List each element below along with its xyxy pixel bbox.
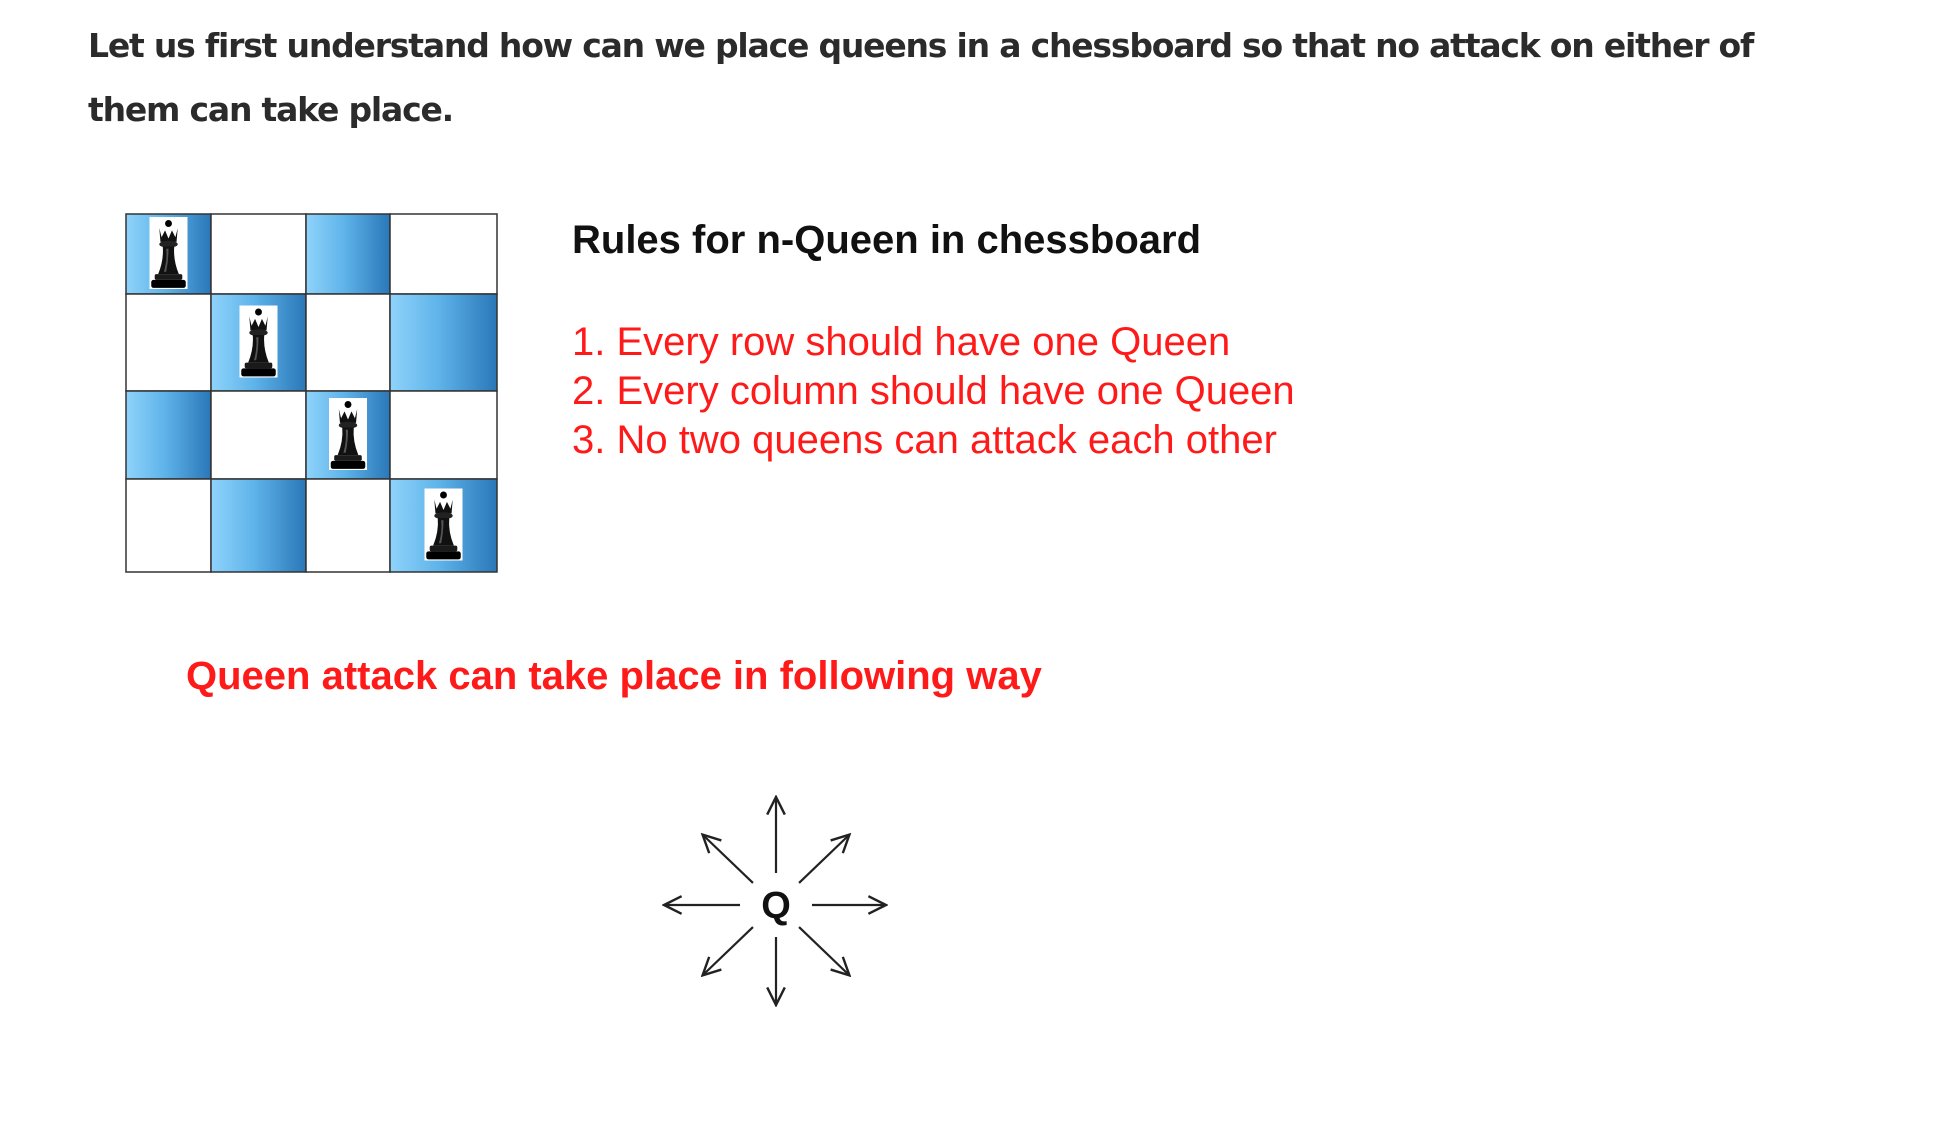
- board-cell: [125, 478, 212, 573]
- attack-title: Queen attack can take place in following…: [186, 654, 1042, 698]
- queen-attack-diagram: Q: [650, 780, 910, 1030]
- arrow-icon: [703, 926, 754, 975]
- board-cell: [305, 293, 391, 392]
- arrow-icon: [798, 926, 849, 975]
- board-cell: [125, 293, 212, 392]
- board-cell: [210, 213, 307, 295]
- rules-title: Rules for n-Queen in chessboard: [572, 218, 1202, 262]
- board-cell: [389, 293, 498, 392]
- board-cell: [305, 478, 391, 573]
- rule-item: 3. No two queens can attack each other: [572, 418, 1277, 462]
- board-cell: [305, 213, 391, 295]
- rule-item: 1. Every row should have one Queen: [572, 320, 1231, 364]
- rules-list: 1. Every row should have one Queen 2. Ev…: [572, 318, 1295, 465]
- arrow-icon: [703, 835, 754, 884]
- rule-item: 2. Every column should have one Queen: [572, 369, 1295, 413]
- arrow-icon: [798, 835, 849, 884]
- board-cell: [389, 390, 498, 480]
- board-cell: [389, 213, 498, 295]
- board-cell: [210, 390, 307, 480]
- board-cell: [210, 478, 307, 573]
- chessboard-diagram: [125, 213, 498, 573]
- queen-center-label: Q: [761, 885, 791, 927]
- intro-paragraph: Let us first understand how can we place…: [88, 26, 1754, 129]
- board-cell: [125, 390, 212, 480]
